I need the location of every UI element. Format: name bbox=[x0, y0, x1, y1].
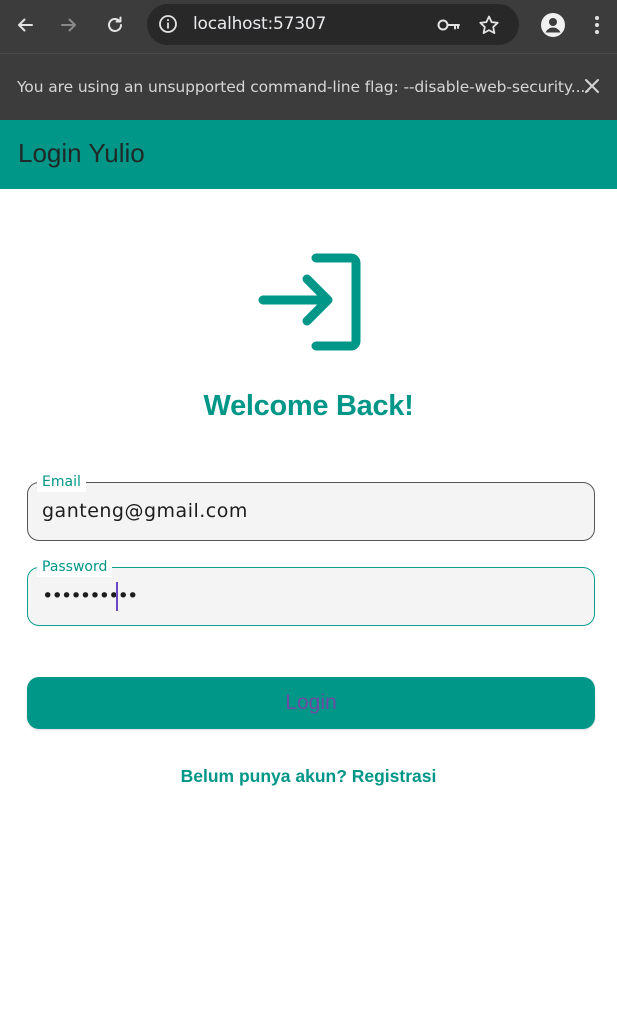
url-text[interactable]: localhost:57307 bbox=[193, 4, 326, 45]
welcome-heading: Welcome Back! bbox=[203, 390, 414, 422]
kebab-menu-icon[interactable] bbox=[584, 12, 610, 38]
address-bar[interactable]: localhost:57307 bbox=[147, 4, 519, 45]
app-bar: Login Yulio bbox=[0, 120, 617, 189]
email-value[interactable]: ganteng@gmail.com bbox=[42, 483, 248, 540]
close-icon[interactable] bbox=[580, 74, 604, 98]
text-caret bbox=[116, 582, 118, 611]
login-icon bbox=[255, 252, 367, 352]
reload-icon[interactable] bbox=[102, 12, 128, 38]
password-field[interactable]: Password •••••••••• bbox=[27, 557, 595, 626]
page-title: Login Yulio bbox=[18, 138, 145, 168]
register-link[interactable]: Belum punya akun? Registrasi bbox=[0, 766, 617, 787]
key-icon[interactable] bbox=[436, 13, 462, 37]
warning-infobar: You are using an unsupported command-lin… bbox=[0, 53, 617, 120]
infobar-message: You are using an unsupported command-lin… bbox=[17, 78, 591, 96]
login-button[interactable]: Login bbox=[27, 677, 595, 729]
forward-arrow-icon[interactable] bbox=[56, 12, 82, 38]
browser-toolbar: localhost:57307 bbox=[0, 0, 617, 53]
profile-icon[interactable] bbox=[540, 12, 566, 38]
back-arrow-icon[interactable] bbox=[12, 12, 38, 38]
star-icon[interactable] bbox=[476, 12, 502, 38]
password-value[interactable]: •••••••••• bbox=[42, 568, 138, 625]
info-icon[interactable] bbox=[156, 12, 180, 36]
email-field[interactable]: Email ganteng@gmail.com bbox=[27, 472, 595, 541]
